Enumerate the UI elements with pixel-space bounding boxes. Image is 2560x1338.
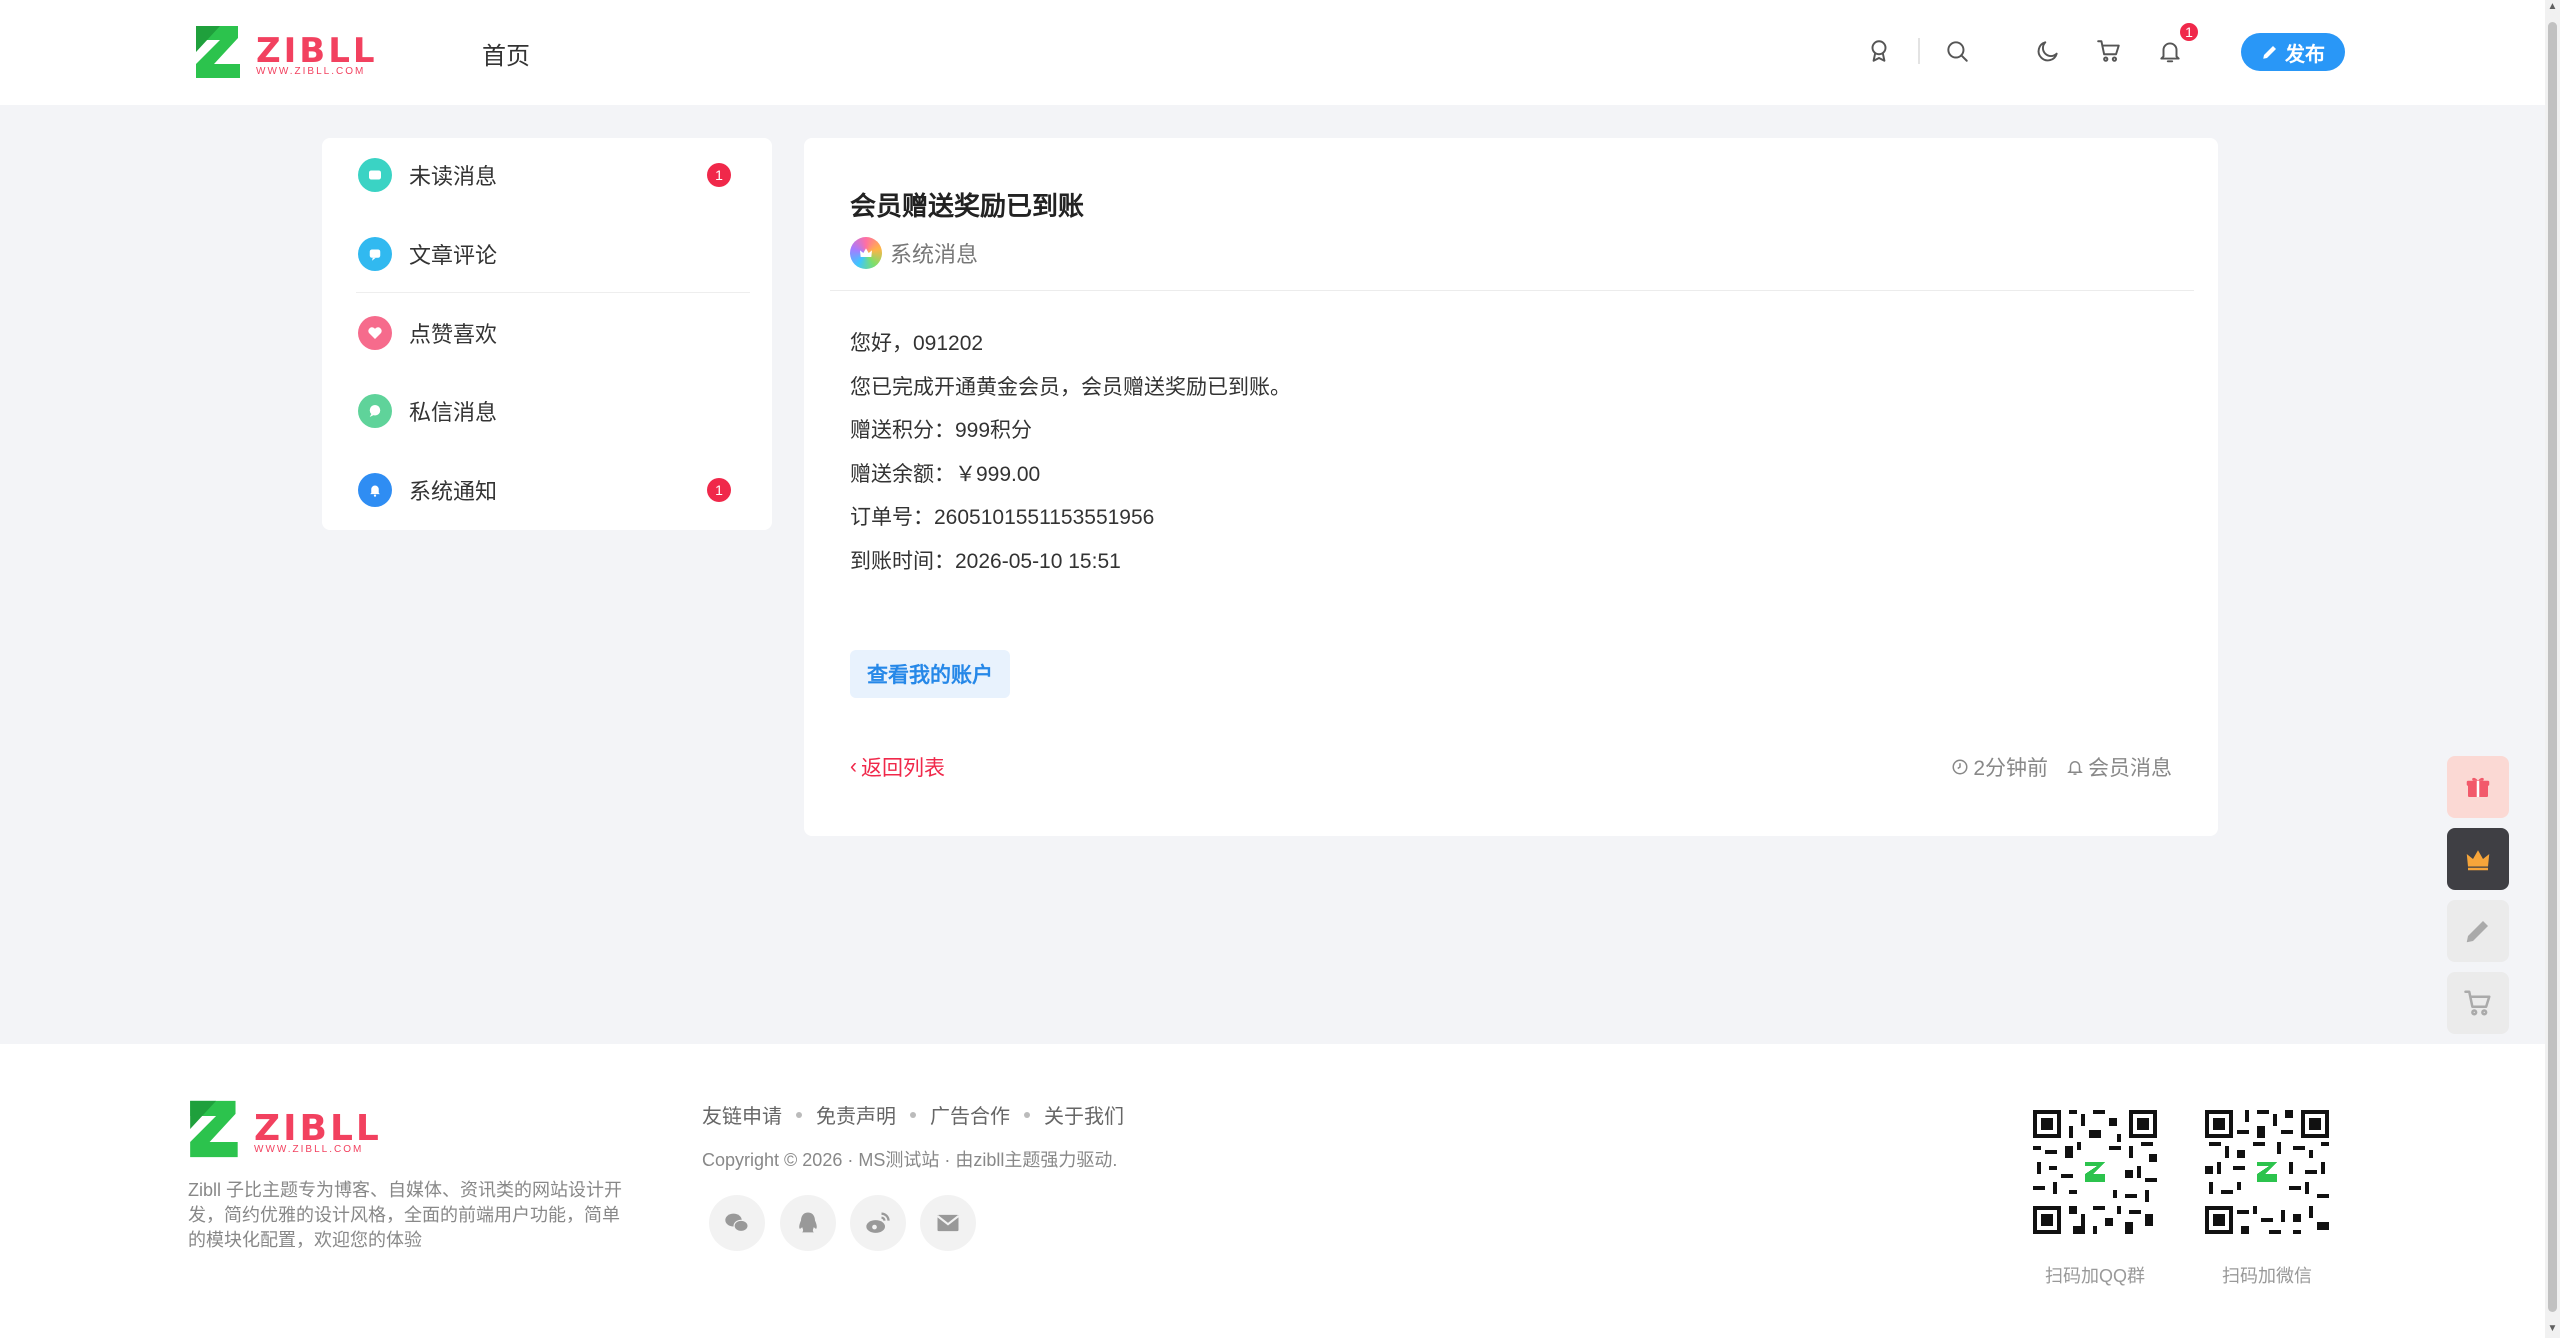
publish-button[interactable]: 发布 [2241, 33, 2345, 71]
footer-link[interactable]: 关于我们 [1044, 1100, 1124, 1129]
signin-icon[interactable] [1864, 36, 1894, 66]
message-time: 2分钟前 [1951, 752, 2048, 782]
footer-link[interactable]: 广告合作 [930, 1100, 1010, 1129]
back-label: 返回列表 [861, 757, 945, 780]
message-title: 会员赠送奖励已到账 [850, 191, 1085, 221]
chat-bubble-icon [358, 394, 392, 428]
logo-mark-icon [196, 26, 240, 78]
scroll-up-arrow-icon[interactable]: ▲ [2547, 2, 2558, 12]
qq-qrcode-label: 扫码加QQ群 [2044, 1266, 2145, 1286]
back-to-list-link[interactable]: ‹ 返回列表 [850, 752, 945, 782]
message-category[interactable]: 会员消息 [2066, 752, 2172, 782]
sidebar-divider [356, 292, 750, 293]
cart-button[interactable] [2447, 972, 2509, 1034]
comment-icon [358, 237, 392, 271]
sidebar-item-system-notices[interactable]: 系统通知 1 [322, 451, 772, 529]
footer-links: 友链申请 免责声明 广告合作 关于我们 [702, 1100, 1124, 1129]
message-body: 您好，091202 您已完成开通黄金会员，会员赠送奖励已到账。 赠送积分：999… [850, 322, 1291, 584]
card-divider [830, 290, 2194, 291]
heart-icon [358, 316, 392, 350]
footer-link[interactable]: 友链申请 [702, 1100, 782, 1129]
qq-group-qrcode [2029, 1106, 2161, 1238]
category-label: 会员消息 [2088, 757, 2172, 780]
view-account-button[interactable]: 查看我的账户 [850, 650, 1010, 698]
message-line: 订单号：2605101551153551956 [850, 506, 1155, 530]
pencil-icon [2466, 921, 2488, 943]
time-ago: 2分钟前 [1973, 757, 2048, 780]
cart-icon [2464, 990, 2491, 1016]
qq-icon [799, 1212, 817, 1233]
sidebar-item-likes[interactable]: 点赞喜欢 [322, 294, 772, 372]
crown-icon [2466, 850, 2490, 871]
email-icon [936, 1214, 960, 1232]
footer-description: Zibll 子比主题专为博客、自媒体、资讯类的网站设计开发，简约优雅的设计风格，… [188, 1180, 623, 1250]
site-header: ZIBLL WWW.ZIBLL.COM 首页 1 发布 [0, 0, 2545, 105]
write-button[interactable] [2447, 900, 2509, 962]
wechat-icon [725, 1213, 749, 1233]
weibo-icon [866, 1212, 890, 1233]
sidebar-item-label: 文章评论 [409, 243, 498, 268]
message-meta: 2分钟前 会员消息 [1951, 752, 2172, 782]
site-logo[interactable]: ZIBLL WWW.ZIBLL.COM [194, 24, 378, 80]
wechat-qrcode-label: 扫码加微信 [2222, 1266, 2312, 1286]
search-icon[interactable] [1942, 36, 1972, 66]
clock-icon [1952, 759, 1968, 775]
footer-link-separator [1024, 1111, 1030, 1118]
message-line: 您好，091202 [850, 332, 984, 355]
footer-copyright: Copyright © 2026 · MS测试站 · 由zibll主题强力驱动. [702, 1150, 1118, 1170]
social-weibo-button[interactable] [850, 1195, 906, 1251]
nav-home-link[interactable]: 首页 [482, 36, 530, 71]
social-wechat-button[interactable] [709, 1195, 765, 1251]
publish-label: 发布 [2285, 43, 2325, 66]
dark-mode-icon[interactable] [2033, 36, 2063, 66]
system-avatar-icon [850, 237, 882, 269]
cart-icon[interactable] [2094, 36, 2124, 66]
vip-button[interactable] [2447, 828, 2509, 890]
message-line: 赠送积分：999积分 [850, 419, 1033, 443]
sidebar-item-label: 系统通知 [409, 479, 498, 504]
sidebar-item-label: 点赞喜欢 [409, 322, 498, 347]
footer-link-separator [796, 1111, 802, 1118]
sidebar-item-comments[interactable]: 文章评论 [322, 215, 772, 293]
message-line: 您已完成开通黄金会员，会员赠送奖励已到账。 [850, 375, 1291, 399]
sidebar-item-private-messages[interactable]: 私信消息 [322, 372, 772, 450]
footer-link-separator [910, 1111, 916, 1118]
chevron-left-icon: ‹ [850, 755, 857, 778]
sidebar-item-label: 未读消息 [409, 164, 498, 189]
footer-logo-subtitle: WWW.ZIBLL.COM [254, 1144, 364, 1155]
message-detail-card: 会员赠送奖励已到账 系统消息 您好，091202 您已完成开通黄金会员，会员赠送… [804, 138, 2218, 836]
message-sender: 系统消息 [850, 237, 978, 269]
sidebar-item-label: 私信消息 [409, 400, 498, 425]
message-line: 到账时间：2026-05-10 15:51 [850, 549, 1121, 573]
sender-name: 系统消息 [890, 242, 979, 267]
unread-count-badge: 1 [707, 163, 731, 187]
logo-mark-icon [190, 1100, 238, 1158]
message-icon [358, 158, 392, 192]
bell-icon [358, 473, 392, 507]
site-footer: ZIBLL WWW.ZIBLL.COM Zibll 子比主题专为博客、自媒体、资… [0, 1044, 2545, 1338]
bell-outline-icon [2067, 761, 2083, 775]
notification-count-badge: 1 [2178, 21, 2200, 43]
footer-logo: ZIBLL WWW.ZIBLL.COM [188, 1098, 382, 1160]
social-email-button[interactable] [920, 1195, 976, 1251]
logo-wordmark: ZIBLL [256, 31, 378, 71]
scrollbar-thumb[interactable] [2548, 22, 2557, 1312]
logo-subtitle: WWW.ZIBLL.COM [256, 66, 366, 77]
gift-button[interactable] [2447, 756, 2509, 818]
notification-bell-icon[interactable] [2155, 36, 2185, 66]
sidebar-item-unread[interactable]: 未读消息 1 [322, 136, 772, 214]
wechat-qrcode [2201, 1106, 2333, 1238]
footer-logo-wordmark: ZIBLL [254, 1108, 382, 1149]
system-notice-count-badge: 1 [707, 478, 731, 502]
social-qq-button[interactable] [780, 1195, 836, 1251]
pencil-icon [2263, 46, 2276, 59]
scroll-down-arrow-icon[interactable]: ▼ [2547, 1324, 2558, 1334]
header-divider [1918, 38, 1920, 64]
footer-link[interactable]: 免责声明 [816, 1100, 896, 1129]
message-line: 赠送余额：￥999.00 [850, 462, 1041, 486]
gift-icon [2466, 777, 2490, 797]
